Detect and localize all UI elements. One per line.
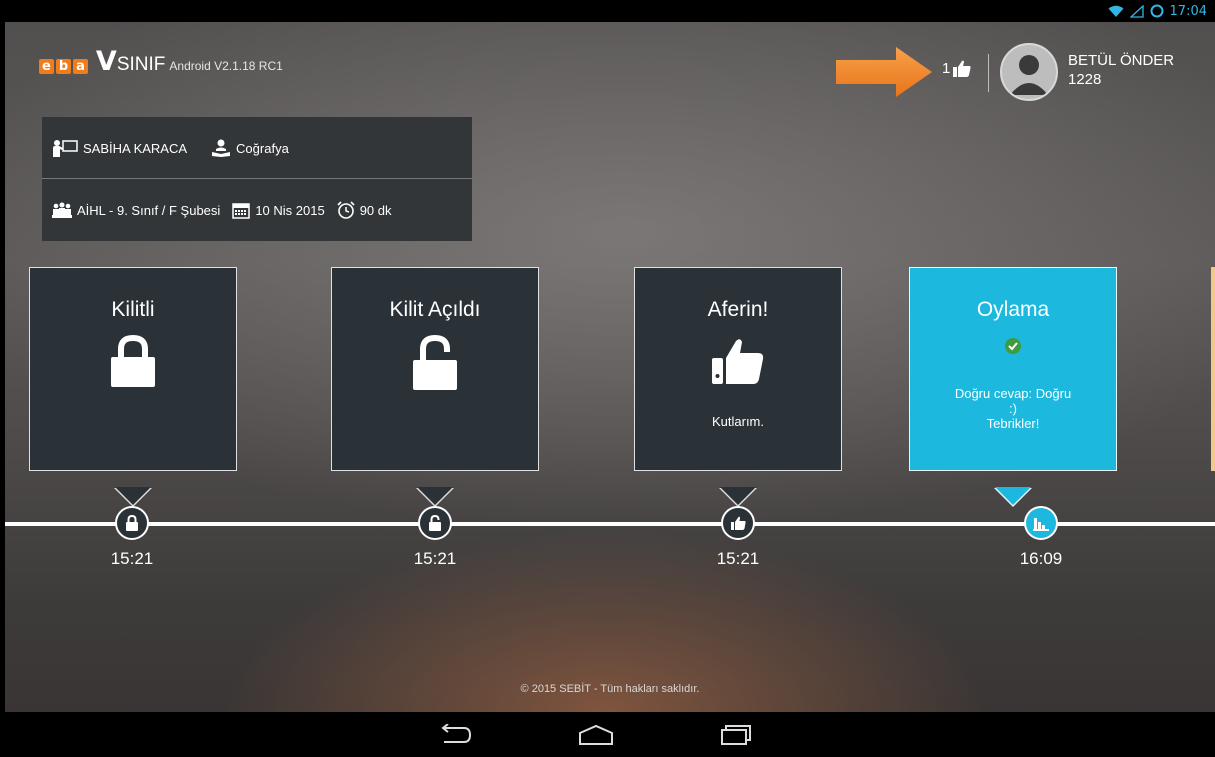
card-title: Kilit Açıldı [389,298,481,321]
orange-arrow-icon [836,47,932,97]
timeline-time: 15:21 [110,549,154,568]
user-avatar-icon [1010,55,1048,95]
likes-counter[interactable]: 1 [942,60,971,77]
poll-result-message: Doğru cevap: Doğru :) Tebrikler! [954,386,1072,431]
thumbs-up-icon [730,516,746,530]
teacher-icon [53,140,78,157]
status-bar: 17:04 [0,0,1215,22]
lock-closed-icon [126,515,138,531]
timeline-time: 15:21 [413,549,457,568]
lesson-date: 10 Nis 2015 [255,202,325,218]
class-info-panel: SABİHA KARACA Coğrafya AİHL - 9. Sınıf /… [42,117,472,241]
alarm-clock-icon [337,201,355,219]
user-id: 1228 [1068,71,1102,88]
recents-icon[interactable] [720,724,754,746]
vsinif-logo: V SINIF Android V2.1.18 RC1 [95,46,283,77]
timeline-node-oylama[interactable] [1024,506,1058,540]
class-info-row-2: AİHL - 9. Sınıf / F Şubesi 10 Nis 2015 9… [52,201,404,219]
lock-open-icon [413,335,457,390]
user-name: BETÜL ÖNDER [1068,52,1175,69]
app-logo: e b a V SINIF Android V2.1.18 RC1 [39,46,283,77]
thumbs-up-icon [712,339,764,384]
lock-open-icon [429,515,441,531]
calendar-icon [232,202,251,219]
likes-count: 1 [942,60,951,77]
class-info-divider [42,178,472,179]
subject-name: Coğrafya [236,140,289,156]
back-icon[interactable] [438,724,472,746]
battery-icon [1150,4,1164,18]
thumbs-up-icon [953,60,971,77]
timeline-time: 15:21 [716,549,760,568]
teacher-info: SABİHA KARACA [52,139,187,157]
timeline-card-unlocked[interactable]: Kilit Açıldı [331,267,539,507]
timeline-node-aferin[interactable] [721,506,755,540]
class-info-row-1: SABİHA KARACA Coğrafya [52,139,313,157]
subject-info: Coğrafya [211,139,289,157]
signal-icon [1129,4,1144,18]
timeline-card-locked[interactable]: Kilitli [29,267,237,507]
students-icon [52,202,72,218]
bar-chart-icon [1033,517,1049,531]
timeline-time: 16:09 [1019,549,1063,568]
status-time: 17:04 [1169,3,1207,19]
android-nav-bar [5,712,1215,757]
home-icon[interactable] [578,724,614,746]
card-title: Oylama [976,298,1050,321]
teacher-name: SABİHA KARACA [83,140,188,156]
next-card-edge [1211,267,1215,471]
card-title: Aferin! [707,298,769,321]
timeline-card-oylama[interactable]: Oylama Doğru cevap: Doğru :) Tebrikler! [909,267,1117,507]
app-version: Android V2.1.18 RC1 [169,59,283,73]
book-reader-icon [212,139,231,157]
date-info: 10 Nis 2015 [232,202,325,219]
eba-logo: e b a [39,59,88,74]
lock-closed-icon [111,335,155,387]
class-group-info: AİHL - 9. Sınıf / F Şubesi [52,202,220,218]
copyright-text: © 2015 SEBİT - Tüm hakları saklıdır. [520,683,700,695]
header-divider [988,54,989,92]
duration-info: 90 dk [337,201,392,219]
card-subtitle: Kutlarım. [711,414,764,429]
timeline-node-locked[interactable] [115,506,149,540]
lesson-duration: 90 dk [359,202,392,218]
card-title: Kilitli [111,298,155,321]
avatar[interactable] [1000,43,1058,101]
user-info: BETÜL ÖNDER 1228 [1068,51,1174,89]
timeline-node-unlocked[interactable] [418,506,452,540]
check-circle-icon [1005,338,1021,354]
app-screen: e b a V SINIF Android V2.1.18 RC1 1 BETÜ… [5,22,1215,712]
class-name: AİHL - 9. Sınıf / F Şubesi [77,202,221,218]
wifi-icon [1108,5,1124,17]
timeline-card-aferin[interactable]: Aferin! Kutlarım. [634,267,842,507]
